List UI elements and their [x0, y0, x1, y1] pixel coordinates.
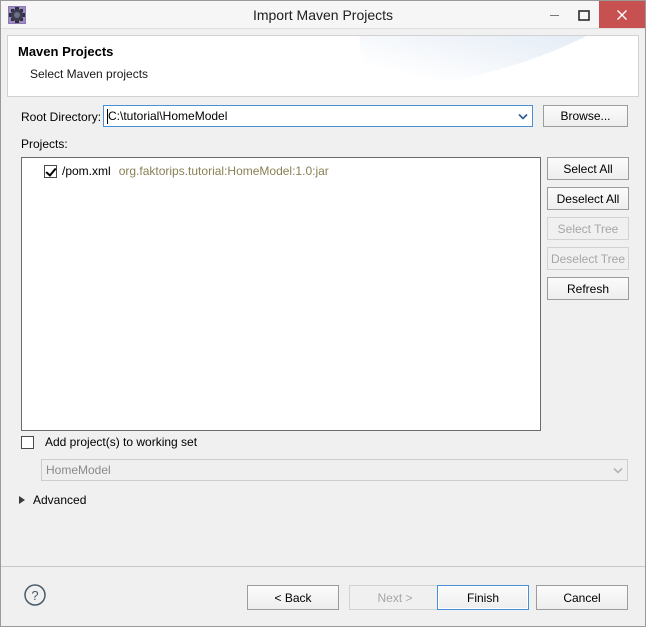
- title-bar: Import Maven Projects: [1, 1, 645, 29]
- help-circle-icon[interactable]: ?: [23, 583, 47, 607]
- advanced-expander[interactable]: Advanced: [19, 493, 86, 507]
- dialog-footer: ? < Back Next > Finish Cancel: [1, 566, 645, 626]
- import-maven-projects-dialog: Import Maven Projects Maven Projects Sel…: [0, 0, 646, 627]
- select-tree-button: Select Tree: [547, 217, 629, 240]
- advanced-label: Advanced: [33, 493, 86, 507]
- minimize-button[interactable]: [539, 1, 569, 28]
- svg-text:?: ?: [31, 588, 38, 603]
- list-item[interactable]: /pom.xml org.faktorips.tutorial:HomeMode…: [22, 162, 540, 180]
- root-directory-label: Root Directory:: [21, 110, 101, 124]
- chevron-down-icon[interactable]: [514, 113, 532, 120]
- close-button[interactable]: [599, 1, 645, 28]
- refresh-button[interactable]: Refresh: [547, 277, 629, 300]
- projects-label: Projects:: [21, 137, 68, 151]
- root-directory-combo[interactable]: C:\tutorial\HomeModel: [103, 105, 533, 127]
- select-all-button[interactable]: Select All: [547, 157, 629, 180]
- dialog-body: Root Directory: C:\tutorial\HomeModel Br…: [1, 97, 645, 566]
- maven-gear-icon: [8, 6, 26, 24]
- deselect-all-button[interactable]: Deselect All: [547, 187, 629, 210]
- chevron-right-icon[interactable]: [19, 496, 25, 504]
- page-subtitle: Select Maven projects: [30, 67, 148, 81]
- back-button[interactable]: < Back: [247, 585, 339, 610]
- wizard-header: Maven Projects Select Maven projects: [7, 35, 639, 97]
- text-caret: [107, 109, 108, 124]
- project-checkbox[interactable]: [44, 165, 57, 178]
- projects-list[interactable]: /pom.xml org.faktorips.tutorial:HomeMode…: [21, 157, 541, 431]
- next-button: Next >: [349, 585, 441, 610]
- working-set-combo: HomeModel: [41, 459, 628, 481]
- working-set-value: HomeModel: [42, 463, 609, 477]
- header-decoration-swoosh: [353, 35, 639, 94]
- browse-button[interactable]: Browse...: [543, 105, 628, 127]
- project-coordinates: org.faktorips.tutorial:HomeModel:1.0:jar: [119, 164, 329, 178]
- finish-button[interactable]: Finish: [437, 585, 529, 610]
- working-set-label: Add project(s) to working set: [45, 435, 197, 449]
- working-set-checkbox-row[interactable]: Add project(s) to working set: [21, 435, 197, 449]
- maximize-button[interactable]: [569, 1, 599, 28]
- page-title: Maven Projects: [18, 44, 113, 59]
- working-set-checkbox[interactable]: [21, 436, 34, 449]
- cancel-button[interactable]: Cancel: [536, 585, 628, 610]
- chevron-down-icon-disabled: [609, 467, 627, 474]
- root-directory-value: C:\tutorial\HomeModel: [104, 109, 514, 123]
- project-path: /pom.xml: [62, 164, 111, 178]
- deselect-tree-button: Deselect Tree: [547, 247, 629, 270]
